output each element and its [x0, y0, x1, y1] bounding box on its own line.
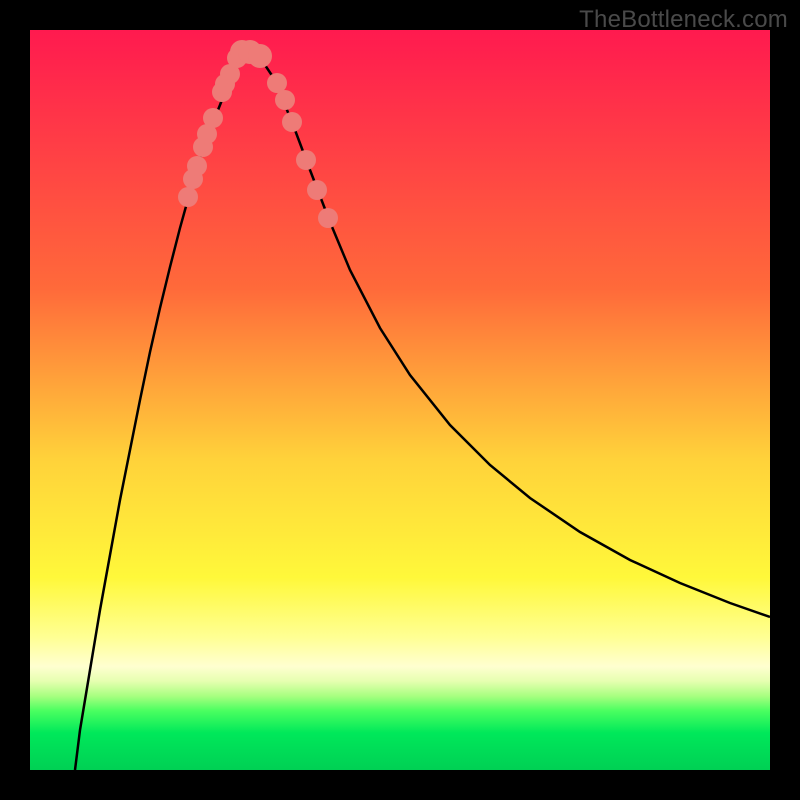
data-point — [187, 156, 207, 176]
data-point — [296, 150, 316, 170]
data-point — [248, 44, 272, 68]
data-point — [178, 187, 198, 207]
chart-svg — [30, 30, 770, 770]
data-point — [203, 108, 223, 128]
curve-left-path — [75, 50, 245, 770]
data-point — [318, 208, 338, 228]
bottleneck-curve — [75, 50, 770, 770]
curve-right-path — [245, 50, 770, 617]
chart-frame: TheBottleneck.com — [0, 0, 800, 800]
data-points-group — [178, 40, 338, 228]
data-point — [267, 73, 287, 93]
data-point — [307, 180, 327, 200]
watermark-text: TheBottleneck.com — [579, 6, 788, 34]
data-point — [282, 112, 302, 132]
data-point — [275, 90, 295, 110]
